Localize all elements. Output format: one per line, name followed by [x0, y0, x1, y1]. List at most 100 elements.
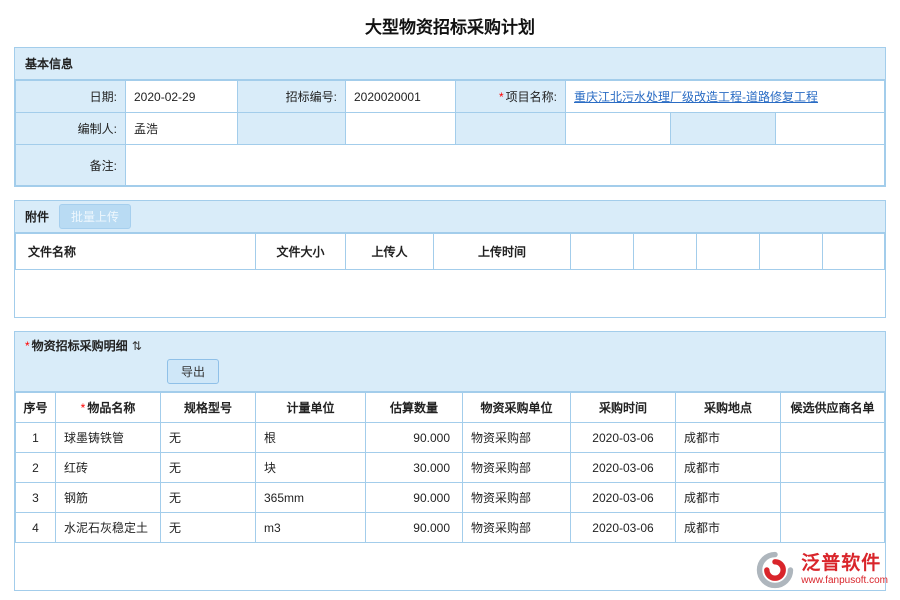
- cell-seq: 4: [16, 513, 56, 543]
- cell-spec: 无: [161, 513, 256, 543]
- cell-seq: 3: [16, 483, 56, 513]
- cell-unit: 根: [256, 423, 366, 453]
- table-row: 3 钢筋 无 365mm 90.000 物资采购部 2020-03-06 成都市: [16, 483, 885, 513]
- attach-col-file-size: 文件大小: [256, 234, 346, 270]
- cell-qty: 90.000: [366, 423, 463, 453]
- required-asterisk: *: [81, 401, 86, 415]
- sort-icon[interactable]: ⇅: [132, 339, 142, 353]
- col-purchase-date: 采购时间: [571, 393, 676, 423]
- cell-date: 2020-03-06: [571, 483, 676, 513]
- remark-label: 备注:: [16, 145, 126, 186]
- col-item-name-text: 物品名称: [87, 401, 135, 415]
- details-header: * 物资招标采购明细 ⇅ 导出: [15, 332, 885, 392]
- cell-seq: 2: [16, 453, 56, 483]
- cell-item-name: 钢筋: [56, 483, 161, 513]
- col-candidate-suppliers: 候选供应商名单: [781, 393, 885, 423]
- attach-col-empty: [823, 234, 885, 270]
- cell-date: 2020-03-06: [571, 513, 676, 543]
- col-estimated-qty: 估算数量: [366, 393, 463, 423]
- cell-spec: 无: [161, 483, 256, 513]
- attach-col-uploader: 上传人: [346, 234, 434, 270]
- cell-unit: 块: [256, 453, 366, 483]
- col-spec-model: 规格型号: [161, 393, 256, 423]
- empty-value-cell: [566, 113, 671, 145]
- table-row: 2 红砖 无 块 30.000 物资采购部 2020-03-06 成都市: [16, 453, 885, 483]
- col-item-name: *物品名称: [56, 393, 161, 423]
- cell-seq: 1: [16, 423, 56, 453]
- project-name-label: *项目名称:: [456, 81, 566, 113]
- cell-qty: 90.000: [366, 513, 463, 543]
- cell-unit: 365mm: [256, 483, 366, 513]
- attach-col-file-name: 文件名称: [16, 234, 256, 270]
- table-row: 1 球墨铸铁管 无 根 90.000 物资采购部 2020-03-06 成都市: [16, 423, 885, 453]
- brand-text: 泛普软件 www.fanpusoft.com: [801, 554, 888, 587]
- attach-col-empty: [571, 234, 634, 270]
- brand-logo-icon: [755, 550, 795, 590]
- cell-item-name: 红砖: [56, 453, 161, 483]
- batch-upload-button[interactable]: 批量上传: [59, 204, 131, 229]
- attachments-title: 附件: [25, 208, 49, 225]
- date-value: 2020-02-29: [126, 81, 238, 113]
- col-purchase-dept: 物资采购单位: [463, 393, 571, 423]
- attach-col-empty: [760, 234, 823, 270]
- cell-suppliers: [781, 513, 885, 543]
- cell-unit: m3: [256, 513, 366, 543]
- section-attachments: 附件 批量上传 文件名称 文件大小 上传人 上传时间: [14, 200, 886, 318]
- details-table: 序号 *物品名称 规格型号 计量单位 估算数量 物资采购单位 采购时间 采购地点…: [15, 392, 885, 543]
- brand-name: 泛普软件: [801, 554, 888, 575]
- table-row: 4 水泥石灰稳定土 无 m3 90.000 物资采购部 2020-03-06 成…: [16, 513, 885, 543]
- attach-col-upload-time: 上传时间: [434, 234, 571, 270]
- cell-suppliers: [781, 423, 885, 453]
- cell-date: 2020-03-06: [571, 453, 676, 483]
- required-asterisk: *: [499, 90, 504, 104]
- attach-col-empty: [697, 234, 760, 270]
- empty-value-cell: [776, 113, 885, 145]
- details-title: 物资招标采购明细: [32, 337, 128, 354]
- cell-place: 成都市: [676, 453, 781, 483]
- col-unit: 计量单位: [256, 393, 366, 423]
- remark-value: [126, 145, 885, 186]
- attach-col-empty: [634, 234, 697, 270]
- attachments-table: 文件名称 文件大小 上传人 上传时间: [15, 233, 885, 270]
- brand-watermark: 泛普软件 www.fanpusoft.com: [755, 550, 888, 590]
- project-name-cell: 重庆江北污水处理厂级改造工程-道路修复工程: [566, 81, 885, 113]
- basic-info-header: 基本信息: [15, 48, 885, 80]
- cell-qty: 90.000: [366, 483, 463, 513]
- empty-value-cell: [346, 113, 456, 145]
- cell-date: 2020-03-06: [571, 423, 676, 453]
- details-header-row: 序号 *物品名称 规格型号 计量单位 估算数量 物资采购单位 采购时间 采购地点…: [16, 393, 885, 423]
- empty-label-cell: [671, 113, 776, 145]
- empty-label-cell: [456, 113, 566, 145]
- project-name-link[interactable]: 重庆江北污水处理厂级改造工程-道路修复工程: [574, 90, 818, 104]
- cell-spec: 无: [161, 423, 256, 453]
- cell-dept: 物资采购部: [463, 483, 571, 513]
- cell-place: 成都市: [676, 483, 781, 513]
- basic-info-title: 基本信息: [25, 55, 73, 72]
- brand-url: www.fanpusoft.com: [801, 575, 888, 586]
- date-label: 日期:: [16, 81, 126, 113]
- cell-item-name: 球墨铸铁管: [56, 423, 161, 453]
- attachments-header: 附件 批量上传: [15, 201, 885, 233]
- compiler-label: 编制人:: [16, 113, 126, 145]
- basic-info-table: 日期: 2020-02-29 招标编号: 2020020001 *项目名称: 重…: [15, 80, 885, 186]
- col-seq: 序号: [16, 393, 56, 423]
- cell-item-name: 水泥石灰稳定土: [56, 513, 161, 543]
- cell-dept: 物资采购部: [463, 423, 571, 453]
- cell-spec: 无: [161, 453, 256, 483]
- col-purchase-place: 采购地点: [676, 393, 781, 423]
- project-name-label-text: 项目名称:: [506, 90, 557, 104]
- cell-place: 成都市: [676, 423, 781, 453]
- cell-dept: 物资采购部: [463, 513, 571, 543]
- export-button[interactable]: 导出: [167, 359, 219, 384]
- bid-no-label: 招标编号:: [238, 81, 346, 113]
- attachments-empty-area: [15, 270, 885, 317]
- compiler-value: 孟浩: [126, 113, 238, 145]
- cell-qty: 30.000: [366, 453, 463, 483]
- page-title: 大型物资招标采购计划: [0, 0, 900, 47]
- cell-suppliers: [781, 483, 885, 513]
- cell-suppliers: [781, 453, 885, 483]
- section-basic-info: 基本信息 日期: 2020-02-29 招标编号: 2020020001 *项目…: [14, 47, 886, 187]
- bid-no-value: 2020020001: [346, 81, 456, 113]
- required-asterisk: *: [25, 339, 30, 353]
- cell-place: 成都市: [676, 513, 781, 543]
